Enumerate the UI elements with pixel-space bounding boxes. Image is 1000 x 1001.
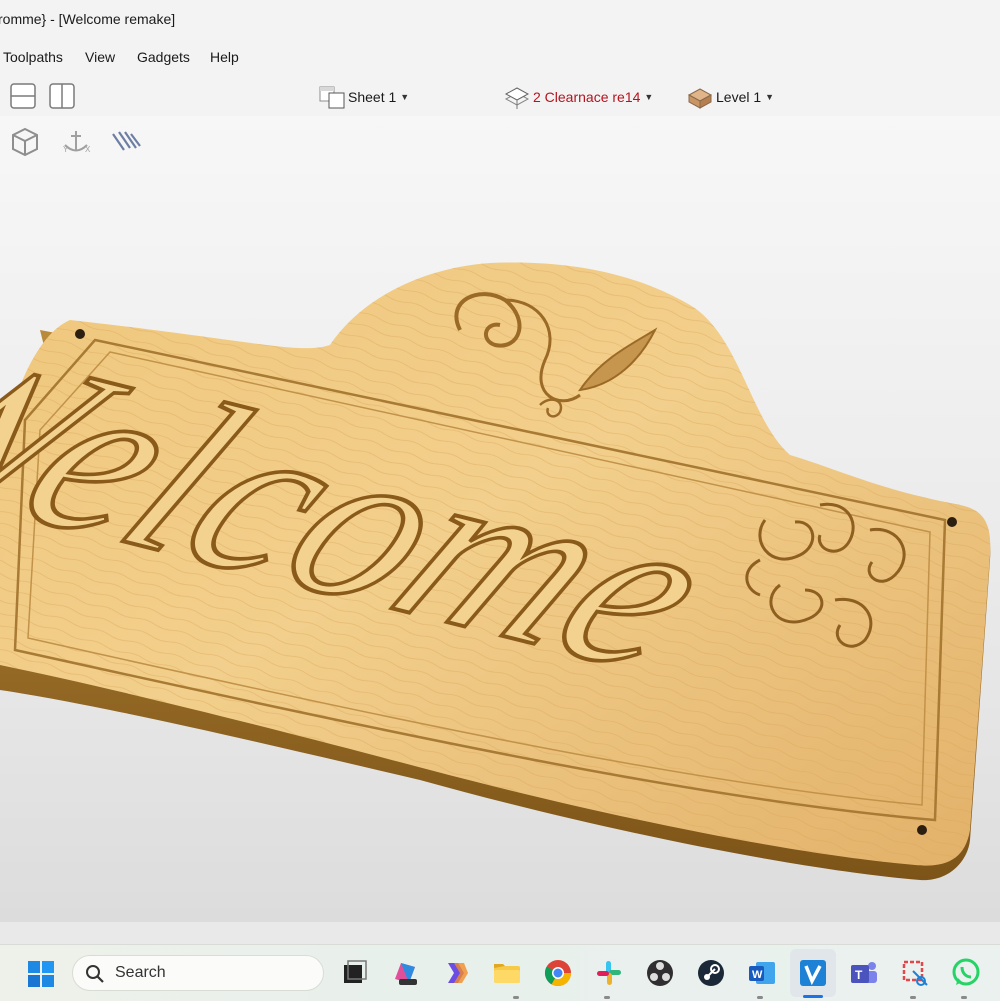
windows-start-icon[interactable] [26, 959, 56, 989]
chrome-icon[interactable] [542, 957, 574, 989]
search-icon [86, 965, 104, 983]
split-horizontal-icon[interactable] [10, 83, 36, 109]
running-indicator [910, 996, 916, 999]
obs-icon[interactable] [644, 957, 676, 989]
toolpath-dropdown[interactable]: 2 Clearnace re14 ▼ [503, 82, 653, 112]
toolpath-label: 2 Clearnace re14 [533, 89, 641, 105]
vectric-icon[interactable] [797, 957, 829, 989]
chevron-down-icon: ▼ [644, 92, 654, 102]
chevron-down-icon: ▼ [765, 92, 775, 102]
svg-text:W: W [752, 969, 763, 981]
word-icon[interactable]: W [746, 957, 778, 989]
snipping-tool-icon[interactable] [899, 957, 931, 989]
file-explorer-icon[interactable] [491, 957, 523, 989]
whatsapp-icon[interactable] [950, 957, 982, 989]
active-indicator [803, 995, 823, 998]
running-indicator [757, 996, 763, 999]
search-label: Search [115, 964, 166, 981]
menu-help[interactable]: Help [210, 49, 239, 65]
toolbar: Sheet 1 ▼ 2 Clearnace re14 ▼ Level 1 ▼ [0, 78, 1000, 116]
window-title: romme} - [Welcome remake] [0, 11, 176, 27]
taskbar: Search W T [0, 944, 1000, 1001]
sign-model[interactable]: Welcome [0, 116, 1000, 922]
chevron-down-icon: ▼ [400, 92, 410, 102]
running-indicator [604, 996, 610, 999]
m365-icon[interactable] [389, 957, 421, 989]
sheet-icon [319, 86, 345, 109]
slack-icon[interactable] [593, 957, 625, 989]
menu-view[interactable]: View [85, 49, 115, 65]
3d-viewport[interactable]: Y X Welcome [0, 116, 1000, 922]
task-view-icon[interactable] [338, 957, 370, 989]
mount-hole [947, 517, 957, 527]
toolpath-layers-icon [504, 87, 530, 109]
menu-bar: Toolpaths View Gadgets Help [0, 38, 1000, 78]
menu-gadgets[interactable]: Gadgets [137, 49, 190, 65]
teams-icon[interactable]: T [848, 957, 880, 989]
copilot-icon[interactable] [440, 957, 472, 989]
level-icon [687, 88, 713, 109]
title-bar: romme} - [Welcome remake] [0, 0, 1000, 38]
split-vertical-icon[interactable] [49, 83, 75, 109]
steam-icon[interactable] [695, 957, 727, 989]
level-label: Level 1 [716, 89, 762, 105]
sheet-dropdown[interactable]: Sheet 1 ▼ [318, 82, 409, 112]
taskbar-search[interactable]: Search [72, 955, 324, 991]
running-indicator [513, 996, 519, 999]
running-indicator [961, 996, 967, 999]
svg-text:T: T [855, 968, 863, 982]
menu-toolpaths[interactable]: Toolpaths [3, 49, 63, 65]
mount-hole [917, 825, 927, 835]
sheet-label: Sheet 1 [348, 89, 397, 105]
level-dropdown[interactable]: Level 1 ▼ [686, 82, 774, 112]
status-strip [0, 922, 1000, 944]
